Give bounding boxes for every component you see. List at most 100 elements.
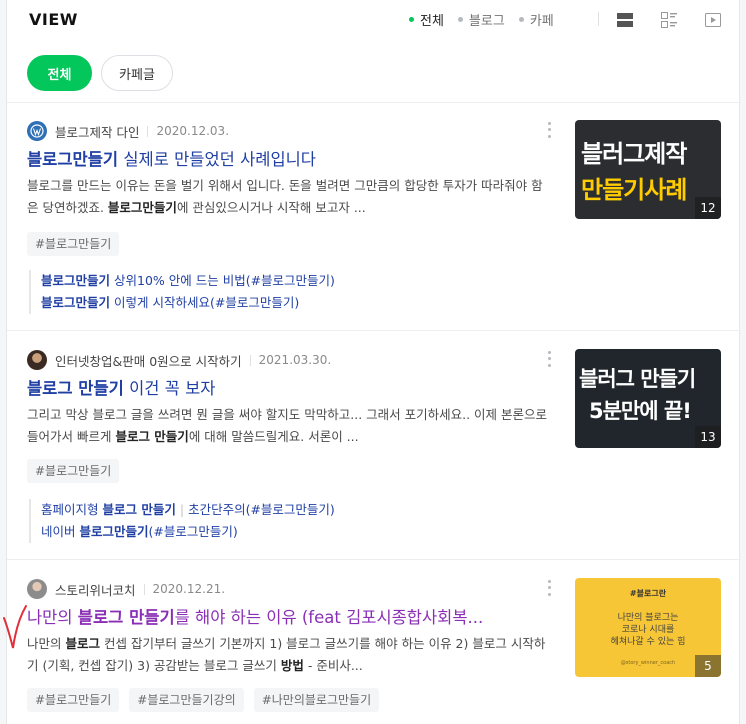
title-text: 나만의	[27, 608, 78, 627]
avatar[interactable]	[27, 579, 47, 599]
result-description: 그리고 막상 블로그 글을 쓰려면 뭔 글을 써야 할지도 막막하고... 그래…	[27, 404, 551, 448]
result-item: 인터넷창업&판매 0원으로 시작하기 2021.03.30. 블로그 만들기 이…	[7, 349, 741, 559]
author-name[interactable]: 인터넷창업&판매 0원으로 시작하기	[55, 351, 242, 370]
post-date: 2020.12.03.	[147, 125, 229, 137]
handwritten-checkmark-icon	[3, 605, 27, 649]
result-description: 블로그를 만드는 이유는 돈을 벌기 위해서 입니다. 돈을 벌려면 그만큼의 …	[27, 175, 551, 219]
thumbnail-text: #블로그란	[629, 589, 667, 598]
result-title-link[interactable]: 블로그 만들기 이건 꼭 보자	[27, 375, 547, 399]
related-text: 이렇게 시작하세요(#블로그만들기)	[110, 295, 300, 310]
result-meta: 인터넷창업&판매 0원으로 시작하기 2021.03.30.	[27, 349, 331, 371]
view-header: VIEW 전체 블로그 카페	[7, 0, 741, 40]
desc-keyword: 방법	[280, 658, 304, 673]
title-text: 를 해야 하는 이유 (feat 김포시종합사회복...	[174, 608, 484, 627]
image-count-badge: 13	[695, 426, 721, 448]
result-title-link[interactable]: 나만의 블로그 만들기를 해야 하는 이유 (feat 김포시종합사회복...	[27, 604, 547, 628]
section-title: VIEW	[29, 10, 78, 29]
wordpress-logo-icon	[30, 124, 44, 138]
tag-list: #블로그만들기 #블로그만들기강의 #나만의블로그만들기	[27, 688, 380, 712]
title-keyword: 블로그 만들기	[77, 608, 175, 627]
hashtag[interactable]: #블로그만들기	[27, 459, 120, 483]
desc-text: 에 관심있으시거나 시작해 보고자 ...	[176, 200, 366, 215]
desc-keyword: 블로그만들기	[107, 200, 177, 215]
video-view-icon[interactable]	[703, 10, 723, 30]
related-link[interactable]: 네이버 블로그만들기(#블로그만들기)	[41, 521, 335, 543]
hashtag[interactable]: #블로그만들기	[27, 232, 120, 256]
result-item: 블로그제작 다인 2020.12.03. 블로그만들기 실제로 만들었던 사례입…	[7, 120, 741, 330]
tab-all[interactable]: 전체	[409, 10, 444, 29]
divider	[7, 330, 741, 331]
related-keyword: 블로그만들기	[79, 524, 149, 539]
related-text: 상위10% 안에 드는 비법(#블로그만들기)	[110, 273, 335, 288]
filter-chip-cafe[interactable]: 카페글	[101, 55, 173, 91]
tab-cafe[interactable]: 카페	[518, 10, 554, 29]
related-links: 홈페이지형 블로그 만들기 | 초간단주의(#블로그만들기) 네이버 블로그만들기(…	[29, 499, 335, 543]
related-links: 블로그만들기 상위10% 안에 드는 비법(#블로그만들기) 블로그만들기 이렇…	[29, 270, 335, 314]
more-options-icon[interactable]	[541, 349, 557, 369]
related-keyword: 블로그만들기	[41, 273, 111, 288]
hashtag[interactable]: #블로그만들기강의	[129, 688, 244, 712]
thumbnail-text-line: 헤쳐나갈 수 있는 힘	[610, 637, 686, 647]
tab-all-label: 전체	[420, 14, 444, 29]
tab-blog[interactable]: 블로그	[457, 10, 505, 29]
tag-list: #블로그만들기	[27, 459, 120, 483]
more-options-icon[interactable]	[541, 578, 557, 598]
thumbnail-text: 만들기사례	[581, 176, 687, 204]
related-text: (#블로그만들기)	[148, 524, 238, 539]
title-keyword: 블로그 만들기	[27, 379, 124, 398]
author-name[interactable]: 스토리위너코치	[55, 580, 136, 599]
title-text: 실제로 만들었던 사례입니다	[118, 150, 316, 169]
author-name[interactable]: 블로그제작 다인	[55, 122, 139, 141]
related-link[interactable]: 블로그만들기 상위10% 안에 드는 비법(#블로그만들기)	[41, 270, 335, 292]
thumbnail-text: 나만의 블로그는 코로나 시대를 헤쳐나갈 수 있는 힘	[575, 612, 721, 648]
result-meta: 스토리위너코치 2020.12.21.	[27, 578, 225, 600]
more-options-icon[interactable]	[541, 120, 557, 140]
result-item: 스토리위너코치 2020.12.21. 나만의 블로그 만들기를 해야 하는 이…	[7, 578, 741, 724]
related-separator: |	[179, 502, 185, 517]
thumbnail-text: 5분만에 끝!	[589, 399, 692, 423]
post-date: 2020.12.21.	[143, 583, 225, 595]
divider	[7, 559, 741, 560]
result-thumbnail[interactable]: #블로그란 나만의 블로그는 코로나 시대를 헤쳐나갈 수 있는 힘 @stor…	[575, 578, 721, 677]
filter-chip-all[interactable]: 전체	[27, 55, 92, 91]
result-description: 나만의 블로그 컨셉 잡기부터 글쓰기 기본까지 1) 블로그 글쓰기를 해야 …	[27, 633, 551, 677]
image-count-badge: 12	[695, 197, 721, 219]
related-keyword: 블로그만들기	[41, 295, 111, 310]
source-tabs: 전체 블로그 카페	[409, 10, 554, 29]
divider	[7, 102, 741, 103]
header-divider	[598, 12, 599, 26]
desc-text: - 준비사...	[303, 658, 363, 673]
related-link[interactable]: 블로그만들기 이렇게 시작하세요(#블로그만들기)	[41, 292, 335, 314]
tab-cafe-label: 카페	[529, 14, 554, 29]
desc-keyword: 블로그	[65, 636, 100, 651]
desc-text: 나만의	[27, 636, 66, 651]
desc-text: 에 대해 말씀드릴게요. 서론이 ...	[188, 429, 359, 444]
tag-list: #블로그만들기	[27, 232, 120, 256]
thumbnail-text: 블러그제작	[581, 140, 687, 168]
view-panel: VIEW 전체 블로그 카페 전체 카페글 블로그제작 다인 2020.12.0…	[6, 0, 741, 724]
related-text: 홈페이지형	[41, 502, 103, 517]
avatar[interactable]	[27, 350, 47, 370]
dot-icon	[457, 17, 463, 22]
tab-blog-label: 블로그	[468, 14, 505, 29]
result-thumbnail[interactable]: 블러그 만들기 5분만에 끝! 13	[575, 349, 721, 448]
post-date: 2021.03.30.	[249, 354, 331, 366]
hashtag[interactable]: #나만의블로그만들기	[253, 688, 380, 712]
avatar[interactable]	[27, 121, 47, 141]
thumbnail-text: 블러그 만들기	[579, 367, 696, 391]
related-link-row: 홈페이지형 블로그 만들기 | 초간단주의(#블로그만들기)	[41, 499, 335, 521]
list-view-icon[interactable]	[615, 10, 635, 30]
card-view-icon[interactable]	[659, 10, 679, 30]
result-thumbnail[interactable]: 블러그제작 만들기사례 12	[575, 120, 721, 219]
title-text: 이건 꼭 보자	[123, 379, 216, 398]
related-link[interactable]: 초간단주의(#블로그만들기)	[188, 502, 335, 517]
related-link[interactable]: 홈페이지형 블로그 만들기	[41, 502, 176, 517]
title-keyword: 블로그만들기	[27, 150, 119, 169]
desc-keyword: 블로그 만들기	[115, 429, 189, 444]
result-title-link[interactable]: 블로그만들기 실제로 만들었던 사례입니다	[27, 146, 547, 170]
hashtag[interactable]: #블로그만들기	[27, 688, 120, 712]
thumbnail-text-line: 코로나 시대를	[621, 625, 675, 635]
image-count-badge: 5	[695, 655, 721, 677]
related-text: 네이버	[41, 524, 80, 539]
dot-icon	[518, 17, 524, 22]
